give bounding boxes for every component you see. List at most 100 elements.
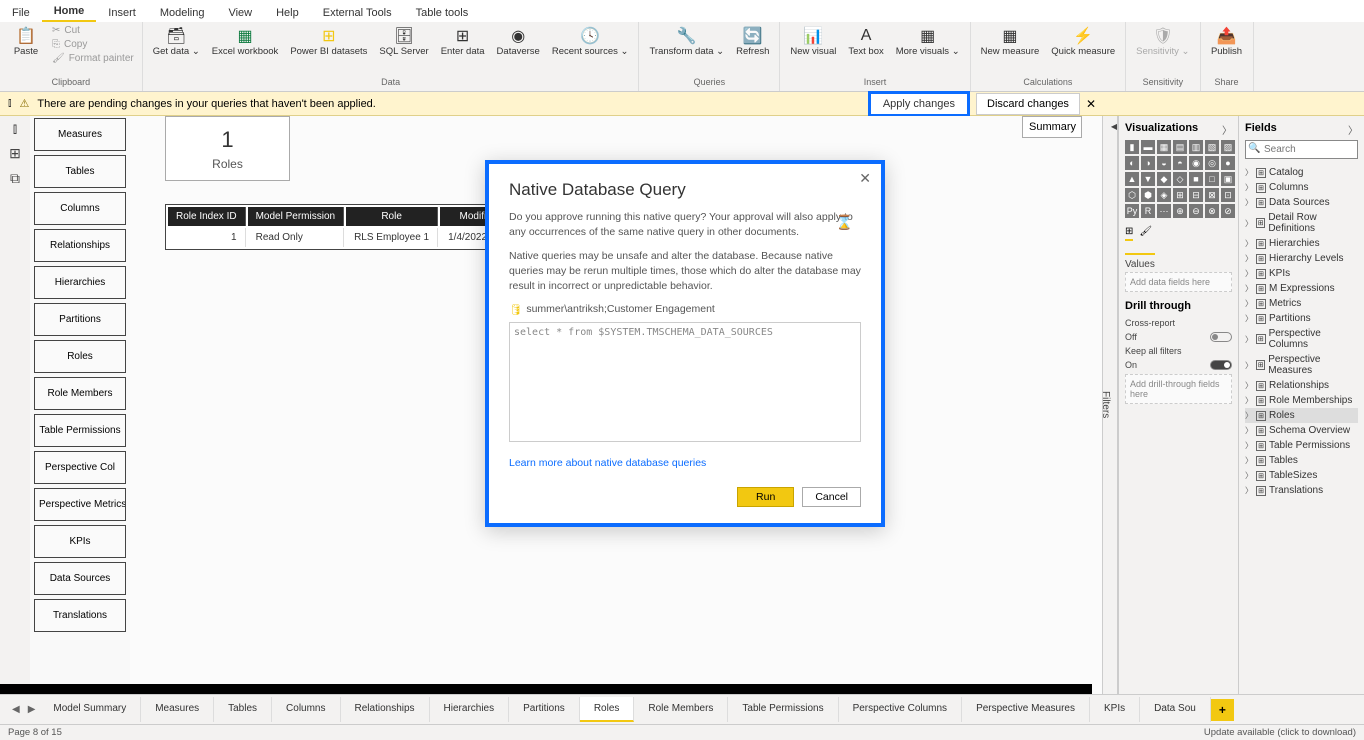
cancel-button[interactable]: Cancel xyxy=(802,487,861,507)
next-page-icon[interactable]: ▶ xyxy=(24,704,40,715)
visualization-type-icon[interactable]: ▤ xyxy=(1173,140,1187,154)
values-dropzone[interactable]: Add data fields here xyxy=(1125,272,1232,292)
roles-table[interactable]: Role Index IDModel PermissionRoleModifie… xyxy=(165,204,527,250)
page-tab-hierarchies[interactable]: Hierarchies xyxy=(430,697,510,722)
learn-more-link[interactable]: Learn more about native database queries xyxy=(509,457,706,469)
visualization-type-icon[interactable]: ⊟ xyxy=(1189,188,1203,202)
pbi-datasets-button[interactable]: ⊞Power BI datasets xyxy=(286,24,371,59)
roles-card[interactable]: 1 Roles xyxy=(165,116,290,181)
format-tab-icon[interactable]: 🖌 xyxy=(1139,226,1152,241)
model-view-icon[interactable]: ⧉ xyxy=(10,170,20,187)
nav-button-translations[interactable]: Translations xyxy=(34,599,126,632)
keep-filters-toggle[interactable] xyxy=(1210,360,1232,370)
visualization-type-icon[interactable]: ▥ xyxy=(1189,140,1203,154)
new-measure-button[interactable]: ▦New measure xyxy=(977,24,1044,59)
collapse-fields-icon[interactable]: 〉 xyxy=(1348,122,1358,137)
visualization-type-icon[interactable]: ◈ xyxy=(1157,188,1171,202)
field-table-translations[interactable]: 〉⊞Translations xyxy=(1245,483,1358,498)
page-tab-table-permissions[interactable]: Table Permissions xyxy=(728,697,838,722)
paste-button[interactable]: 📋 Paste xyxy=(6,24,46,59)
field-table-perspective-measures[interactable]: 〉⊞Perspective Measures xyxy=(1245,352,1358,378)
page-tab-perspective-columns[interactable]: Perspective Columns xyxy=(839,697,962,722)
nav-button-relationships[interactable]: Relationships xyxy=(34,229,126,262)
filters-pane-collapsed[interactable]: Filters xyxy=(1102,116,1118,694)
ribbon-tab-table-tools[interactable]: Table tools xyxy=(404,4,481,22)
query-textarea[interactable] xyxy=(509,322,861,442)
new-visual-button[interactable]: 📊New visual xyxy=(786,24,840,59)
visualization-type-icon[interactable]: ▦ xyxy=(1157,140,1171,154)
field-table-roles[interactable]: 〉⊞Roles xyxy=(1245,408,1358,423)
sensitivity-button[interactable]: 🛡Sensitivity ⌄ xyxy=(1132,24,1193,59)
visualization-type-icon[interactable]: ⊡ xyxy=(1221,188,1235,202)
field-table-hierarchy-levels[interactable]: 〉⊞Hierarchy Levels xyxy=(1245,251,1358,266)
visualization-type-icon[interactable]: ◎ xyxy=(1205,156,1219,170)
field-table-kpis[interactable]: 〉⊞KPIs xyxy=(1245,266,1358,281)
nav-button-role-members[interactable]: Role Members xyxy=(34,377,126,410)
visualization-type-icon[interactable]: ▧ xyxy=(1205,140,1219,154)
transform-data-button[interactable]: 🔧Transform data ⌄ xyxy=(645,24,728,59)
field-table-role-memberships[interactable]: 〉⊞Role Memberships xyxy=(1245,393,1358,408)
field-table-hierarchies[interactable]: 〉⊞Hierarchies xyxy=(1245,236,1358,251)
field-table-schema-overview[interactable]: 〉⊞Schema Overview xyxy=(1245,423,1358,438)
format-painter-button[interactable]: 🖌Format painter xyxy=(50,52,136,65)
ribbon-tab-file[interactable]: File xyxy=(0,4,42,22)
page-tab-data-sou[interactable]: Data Sou xyxy=(1140,697,1211,722)
more-visuals-button[interactable]: ▦More visuals ⌄ xyxy=(892,24,964,59)
ribbon-tab-view[interactable]: View xyxy=(216,4,264,22)
visualization-type-icon[interactable]: Py xyxy=(1125,204,1139,218)
ribbon-tab-modeling[interactable]: Modeling xyxy=(148,4,217,22)
visualization-type-icon[interactable]: ⊘ xyxy=(1221,204,1235,218)
visualization-type-icon[interactable]: ⊗ xyxy=(1205,204,1219,218)
nav-button-hierarchies[interactable]: Hierarchies xyxy=(34,266,126,299)
nav-button-partitions[interactable]: Partitions xyxy=(34,303,126,336)
visualization-type-icon[interactable]: ● xyxy=(1221,156,1235,170)
page-tab-tables[interactable]: Tables xyxy=(214,697,272,722)
report-view-icon[interactable]: ⫾ xyxy=(13,120,17,137)
field-table-relationships[interactable]: 〉⊞Relationships xyxy=(1245,378,1358,393)
update-available-link[interactable]: Update available (click to download) xyxy=(1204,727,1356,738)
data-view-icon[interactable]: ⊞ xyxy=(9,145,21,162)
nav-button-columns[interactable]: Columns xyxy=(34,192,126,225)
sql-server-button[interactable]: 🗄SQL Server xyxy=(375,24,432,59)
enter-data-button[interactable]: ⊞Enter data xyxy=(437,24,489,59)
get-data-button[interactable]: 🗃Get data ⌄ xyxy=(149,24,204,59)
nav-button-kpis[interactable]: KPIs xyxy=(34,525,126,558)
ribbon-tab-help[interactable]: Help xyxy=(264,4,311,22)
visualization-type-icon[interactable]: ⊠ xyxy=(1205,188,1219,202)
column-header[interactable]: Role xyxy=(346,207,438,226)
field-table-tables[interactable]: 〉⊞Tables xyxy=(1245,453,1358,468)
field-table-perspective-columns[interactable]: 〉⊞Perspective Columns xyxy=(1245,326,1358,352)
nav-button-measures[interactable]: Measures xyxy=(34,118,126,151)
visualization-type-icon[interactable]: ■ xyxy=(1189,172,1203,186)
visualization-type-icon[interactable]: ⊞ xyxy=(1173,188,1187,202)
recent-sources-button[interactable]: 🕓Recent sources ⌄ xyxy=(548,24,633,59)
table-row[interactable]: 1Read OnlyRLS Employee 11/4/2022 10:29 xyxy=(168,228,524,247)
column-header[interactable]: Model Permission xyxy=(248,207,344,226)
field-table-detail-row-definitions[interactable]: 〉⊞Detail Row Definitions xyxy=(1245,210,1358,236)
page-tab-partitions[interactable]: Partitions xyxy=(509,697,580,722)
page-tab-measures[interactable]: Measures xyxy=(141,697,214,722)
page-tab-role-members[interactable]: Role Members xyxy=(634,697,728,722)
field-table-metrics[interactable]: 〉⊞Metrics xyxy=(1245,296,1358,311)
discard-changes-button[interactable]: Discard changes xyxy=(976,93,1080,115)
visualization-type-icon[interactable]: ▮ xyxy=(1125,140,1139,154)
nav-button-roles[interactable]: Roles xyxy=(34,340,126,373)
visualization-type-icon[interactable]: ◆ xyxy=(1157,172,1171,186)
visualization-type-icon[interactable]: ◓ xyxy=(1173,156,1187,170)
nav-button-table-permissions[interactable]: Table Permissions xyxy=(34,414,126,447)
field-table-tablesizes[interactable]: 〉⊞TableSizes xyxy=(1245,468,1358,483)
page-tab-roles[interactable]: Roles xyxy=(580,697,635,722)
nav-button-perspective-metrics[interactable]: Perspective Metrics xyxy=(34,488,126,521)
ribbon-tab-home[interactable]: Home xyxy=(42,2,97,22)
visualization-type-icon[interactable]: ⋯ xyxy=(1157,204,1171,218)
excel-button[interactable]: ▦Excel workbook xyxy=(208,24,283,59)
visualization-type-icon[interactable]: ◑ xyxy=(1141,156,1155,170)
visualization-type-icon[interactable]: ◇ xyxy=(1173,172,1187,186)
drillthrough-dropzone[interactable]: Add drill-through fields here xyxy=(1125,374,1232,404)
page-tab-perspective-measures[interactable]: Perspective Measures xyxy=(962,697,1090,722)
page-tab-relationships[interactable]: Relationships xyxy=(341,697,430,722)
visualization-type-icon[interactable]: ◒ xyxy=(1157,156,1171,170)
apply-changes-button[interactable]: Apply changes xyxy=(868,91,970,117)
visualization-type-icon[interactable]: □ xyxy=(1205,172,1219,186)
prev-page-icon[interactable]: ◀ xyxy=(8,704,24,715)
